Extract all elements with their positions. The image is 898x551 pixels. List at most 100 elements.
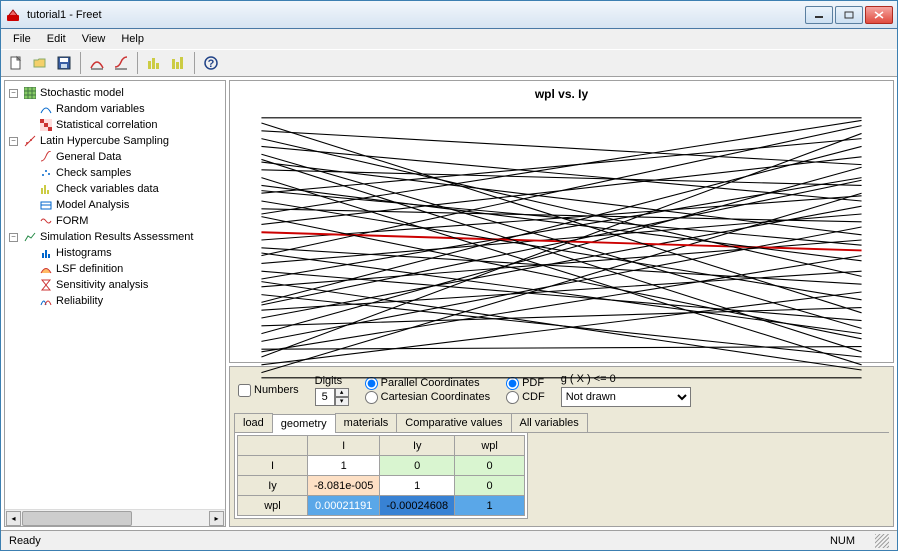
matrix-icon	[39, 118, 53, 132]
lsf-icon	[39, 262, 53, 276]
close-button[interactable]	[865, 6, 893, 24]
window-buttons	[805, 6, 893, 24]
col-header-I: I	[308, 436, 380, 456]
toolbar: ?	[1, 49, 897, 77]
bottom-panel: Numbers Digits ▴▾ Parallel Coordinates C…	[229, 366, 894, 527]
menu-edit[interactable]: Edit	[39, 33, 74, 45]
open-file-icon[interactable]	[29, 52, 51, 74]
grid1-icon[interactable]	[143, 52, 165, 74]
window-title: tutorial1 - Freet	[27, 9, 805, 21]
main-area: − Stochastic model Random variables Stati…	[1, 77, 897, 530]
tree-label: Sensitivity analysis	[56, 279, 148, 291]
gx-select[interactable]: Not drawn	[561, 387, 691, 407]
cell[interactable]: 0.00021191	[308, 496, 380, 516]
chart-area: wpl vs. Iy	[229, 80, 894, 363]
toolbar-separator	[137, 52, 138, 74]
save-file-icon[interactable]	[53, 52, 75, 74]
cdf-radio[interactable]: CDF	[506, 391, 545, 404]
tree-node-lsf-definition[interactable]: LSF definition	[23, 261, 223, 277]
minimize-button[interactable]	[805, 6, 833, 24]
navigation-tree[interactable]: − Stochastic model Random variables Stati…	[5, 81, 225, 509]
tree-node-check-samples[interactable]: Check samples	[23, 165, 223, 181]
spin-down-icon[interactable]: ▾	[335, 397, 349, 406]
cell[interactable]: -8.081e-005	[308, 476, 380, 496]
tab-load[interactable]: load	[234, 413, 273, 432]
cell-selected[interactable]: -0.00024608	[380, 496, 455, 516]
bell-curve-icon	[39, 102, 53, 116]
wave-icon	[39, 214, 53, 228]
status-bar: Ready NUM	[1, 530, 897, 550]
grid2-icon[interactable]	[167, 52, 189, 74]
tree-label: Stochastic model	[40, 87, 124, 99]
tree-label: Model Analysis	[56, 199, 129, 211]
tree-horizontal-scrollbar[interactable]: ◂ ▸	[5, 509, 225, 526]
scroll-right-icon[interactable]: ▸	[209, 511, 224, 526]
tab-all-variables[interactable]: All variables	[511, 413, 588, 432]
resize-grip-icon[interactable]	[875, 534, 889, 548]
parallel-coordinates-plot	[240, 107, 883, 389]
cartesian-coords-radio[interactable]: Cartesian Coordinates	[365, 391, 490, 404]
scatter-icon	[23, 134, 37, 148]
tree-node-sensitivity[interactable]: Sensitivity analysis	[23, 277, 223, 293]
tree-label: Reliability	[56, 295, 103, 307]
tree-node-check-variables-data[interactable]: Check variables data	[23, 181, 223, 197]
cell[interactable]: 0	[455, 476, 525, 496]
collapse-icon[interactable]: −	[9, 137, 18, 146]
tree-label: Check samples	[56, 167, 131, 179]
menu-file[interactable]: File	[5, 33, 39, 45]
tree-label: Simulation Results Assessment	[40, 231, 193, 243]
curve-icon[interactable]	[110, 52, 132, 74]
cell[interactable]: 0	[380, 456, 455, 476]
tree-node-random-variables[interactable]: Random variables	[23, 101, 223, 117]
app-icon	[5, 7, 21, 23]
tree-node-statistical-correlation[interactable]: Statistical correlation	[23, 117, 223, 133]
tree-node-sim-results[interactable]: − Simulation Results Assessment	[9, 229, 223, 245]
cell[interactable]: 1	[455, 496, 525, 516]
scroll-left-icon[interactable]: ◂	[6, 511, 21, 526]
tree-label: Histograms	[56, 247, 112, 259]
scroll-thumb[interactable]	[22, 511, 132, 526]
collapse-icon[interactable]: −	[9, 233, 18, 242]
menu-help[interactable]: Help	[113, 33, 152, 45]
bars-icon	[39, 182, 53, 196]
row-header-I: I	[238, 456, 308, 476]
tree-node-lhs[interactable]: − Latin Hypercube Sampling	[9, 133, 223, 149]
chart-title: wpl vs. Iy	[535, 87, 588, 101]
toolbar-separator	[80, 52, 81, 74]
tab-geometry[interactable]: geometry	[272, 414, 336, 433]
title-bar: tutorial1 - Freet	[1, 1, 897, 29]
tree-label: FORM	[56, 215, 88, 227]
variable-tabs: load geometry materials Comparative valu…	[234, 413, 889, 433]
tab-materials[interactable]: materials	[335, 413, 398, 432]
tree-node-form[interactable]: FORM	[23, 213, 223, 229]
new-file-icon[interactable]	[5, 52, 27, 74]
cell[interactable]: 0	[455, 456, 525, 476]
distribution-icon[interactable]	[86, 52, 108, 74]
menu-bar: File Edit View Help	[1, 29, 897, 49]
tree-label: Statistical correlation	[56, 119, 158, 131]
cell[interactable]: 1	[380, 476, 455, 496]
right-panel: wpl vs. Iy Numbers Digits ▴▾	[229, 80, 894, 527]
col-header-wpl: wpl	[455, 436, 525, 456]
dots-icon	[39, 166, 53, 180]
collapse-icon[interactable]: −	[9, 89, 18, 98]
status-num: NUM	[830, 535, 855, 547]
tree-node-reliability[interactable]: Reliability	[23, 293, 223, 309]
cell[interactable]: 1	[308, 456, 380, 476]
maximize-button[interactable]	[835, 6, 863, 24]
digits-spinner[interactable]: ▴▾	[315, 388, 349, 406]
help-icon[interactable]: ?	[200, 52, 222, 74]
tree-node-stochastic-model[interactable]: − Stochastic model	[9, 85, 223, 101]
tab-comparative[interactable]: Comparative values	[396, 413, 511, 432]
svg-text:?: ?	[208, 58, 215, 70]
col-header-Iy: Iy	[380, 436, 455, 456]
tree-label: Latin Hypercube Sampling	[40, 135, 169, 147]
tree-label: Check variables data	[56, 183, 159, 195]
menu-view[interactable]: View	[74, 33, 114, 45]
tree-node-model-analysis[interactable]: Model Analysis	[23, 197, 223, 213]
digits-input[interactable]	[315, 388, 335, 406]
tree-node-general-data[interactable]: General Data	[23, 149, 223, 165]
tree-node-histograms[interactable]: Histograms	[23, 245, 223, 261]
tree-panel: − Stochastic model Random variables Stati…	[4, 80, 226, 527]
tree-label: Random variables	[56, 103, 145, 115]
